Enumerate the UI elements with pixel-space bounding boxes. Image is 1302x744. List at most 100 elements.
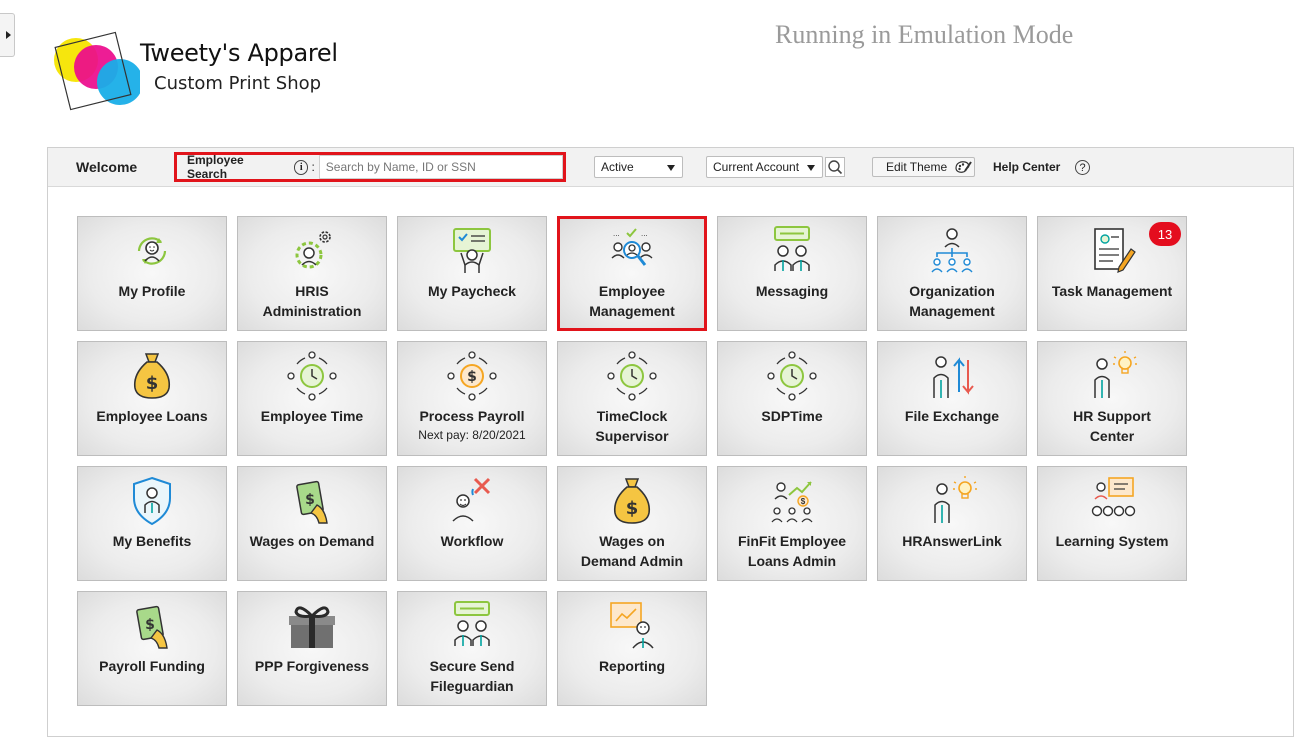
tile-hr-support-center[interactable]: HR Support Center	[1037, 341, 1187, 456]
tile-label: My Benefits	[112, 533, 192, 549]
tile-sdptime[interactable]: SDPTime	[717, 341, 867, 456]
svg-text:...: ...	[641, 229, 648, 238]
tile-label: Learning System	[1055, 533, 1169, 549]
tile-subtext: Next pay: 8/20/2021	[418, 428, 526, 442]
tile-workflow[interactable]: Workflow	[397, 466, 547, 581]
welcome-link[interactable]: Welcome	[76, 148, 137, 186]
tile-ppp-forgiveness[interactable]: PPP Forgiveness	[237, 591, 387, 706]
tile-file-exchange[interactable]: File Exchange	[877, 341, 1027, 456]
money-bag-icon: $	[605, 475, 659, 527]
tile-wages-on-demand[interactable]: $ Wages on Demand	[237, 466, 387, 581]
tile-wages-on-demand-admin[interactable]: $ Wages on Demand Admin	[557, 466, 707, 581]
org-chart-icon	[925, 225, 979, 277]
shield-person-icon	[125, 475, 179, 527]
tile-label: Wages on Demand	[249, 533, 375, 549]
company-name: Tweety's Apparel	[140, 39, 338, 67]
help-center-link[interactable]: Help Center	[993, 148, 1060, 186]
search-button[interactable]	[825, 157, 845, 177]
tile-label: Employee Time	[260, 408, 364, 424]
tile-label: Organization Management	[909, 283, 995, 319]
svg-text:$: $	[626, 498, 639, 519]
tile-my-profile[interactable]: My Profile	[77, 216, 227, 331]
tile-label: My Paycheck	[428, 283, 516, 299]
svg-text:$: $	[801, 497, 806, 506]
tile-label: Task Management	[1051, 283, 1173, 299]
tile-label: Secure Send Fileguardian	[429, 658, 515, 694]
tile-learning-system[interactable]: Learning System	[1037, 466, 1187, 581]
tile-secure-send-fileguardian[interactable]: Secure Send Fileguardian	[397, 591, 547, 706]
svg-text:$: $	[145, 617, 155, 633]
tile-organization-management[interactable]: Organization Management	[877, 216, 1027, 331]
tile-label: TimeClock Supervisor	[595, 408, 669, 444]
notification-badge: 13	[1149, 222, 1181, 246]
gear-person-icon	[285, 225, 339, 277]
help-icon[interactable]: ?	[1075, 160, 1090, 175]
tile-payroll-funding[interactable]: $ Payroll Funding	[77, 591, 227, 706]
palette-icon	[955, 161, 972, 173]
payroll-cycle-icon: $	[445, 350, 499, 402]
account-select[interactable]: Current Account	[706, 156, 823, 178]
tile-hranswerlink[interactable]: HRAnswerLink	[877, 466, 1027, 581]
tile-label: Wages on Demand Admin	[580, 533, 684, 569]
workflow-tools-icon	[445, 475, 499, 527]
tile-label: Payroll Funding	[99, 658, 205, 674]
gift-icon	[285, 600, 339, 652]
employee-search-label: Employee Search	[187, 153, 244, 181]
money-bag-icon: $	[125, 350, 179, 402]
file-exchange-icon	[925, 350, 979, 402]
tile-reporting[interactable]: Reporting	[557, 591, 707, 706]
tile-my-benefits[interactable]: My Benefits	[77, 466, 227, 581]
search-colon: :	[311, 160, 315, 174]
tile-label: Employee Loans	[96, 408, 208, 424]
employee-search-input[interactable]	[318, 155, 563, 179]
messaging-icon	[765, 225, 819, 277]
messaging-icon	[445, 600, 499, 652]
cash-hand-icon: $	[125, 600, 179, 652]
tile-label: Employee Management	[589, 283, 675, 319]
status-select-value: Active	[601, 160, 634, 174]
tile-my-paycheck[interactable]: My Paycheck	[397, 216, 547, 331]
edit-theme-label: Edit Theme	[886, 160, 948, 174]
tile-finfit-employee-loans-admin[interactable]: $ FinFit Employee Loans Admin	[717, 466, 867, 581]
employee-search-area: Employee Search i :	[174, 152, 566, 182]
svg-text:$: $	[146, 373, 159, 394]
tile-label: SDPTime	[761, 408, 823, 424]
finance-growth-icon: $	[765, 475, 819, 527]
tile-label: HR Support Center	[1073, 408, 1151, 444]
tile-label: Workflow	[440, 533, 504, 549]
presentation-icon	[1085, 475, 1139, 527]
emulation-mode-notice: Running in Emulation Mode	[775, 20, 1074, 49]
employee-management-icon: ......	[605, 225, 659, 277]
company-tagline: Custom Print Shop	[154, 73, 322, 94]
tile-hris-administration[interactable]: HRIS Administration	[237, 216, 387, 331]
clock-people-icon	[765, 350, 819, 402]
tile-employee-management[interactable]: ...... Employee Management	[557, 216, 707, 331]
edit-theme-button[interactable]: Edit Theme	[872, 157, 975, 177]
chevron-down-icon	[807, 165, 815, 171]
lightbulb-person-icon	[1085, 350, 1139, 402]
paycheck-icon	[445, 225, 499, 277]
tile-messaging[interactable]: Messaging	[717, 216, 867, 331]
tile-task-management[interactable]: Task Management 13	[1037, 216, 1187, 331]
tile-timeclock-supervisor[interactable]: TimeClock Supervisor	[557, 341, 707, 456]
logo-circles-icon	[54, 31, 140, 111]
tile-employee-loans[interactable]: $ Employee Loans	[77, 341, 227, 456]
svg-text:...: ...	[613, 229, 620, 238]
svg-text:$: $	[305, 492, 315, 508]
info-icon[interactable]: i	[293, 159, 309, 175]
status-select[interactable]: Active	[594, 156, 683, 178]
lightbulb-person-icon	[925, 475, 979, 527]
tile-process-payroll[interactable]: $ Process Payroll Next pay: 8/20/2021	[397, 341, 547, 456]
tile-employee-time[interactable]: Employee Time	[237, 341, 387, 456]
sidebar-toggle-button[interactable]	[0, 13, 15, 57]
svg-text:$: $	[467, 369, 477, 385]
tile-label: HRAnswerLink	[902, 533, 1002, 549]
tile-label: PPP Forgiveness	[254, 658, 370, 674]
profile-icon	[125, 225, 179, 277]
tile-label: Messaging	[755, 283, 829, 299]
main-panel: Welcome Employee Search i : Active Curre…	[47, 147, 1294, 737]
search-icon	[828, 160, 843, 175]
toolbar: Welcome Employee Search i : Active Curre…	[48, 148, 1293, 187]
tile-label: Process Payroll	[419, 408, 525, 424]
cash-hand-icon: $	[285, 475, 339, 527]
